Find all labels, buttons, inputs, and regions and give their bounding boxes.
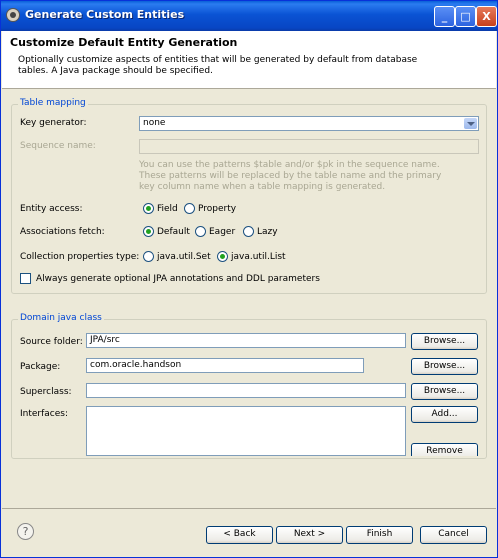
cancel-button[interactable]: Cancel <box>420 526 487 544</box>
page-description: Optionally customize aspects of entities… <box>18 55 418 76</box>
collection-set-label[interactable]: java.util.Set <box>157 252 211 262</box>
back-button[interactable]: < Back <box>206 526 273 544</box>
superclass-label: Superclass: <box>20 387 72 397</box>
fetch-default-label[interactable]: Default <box>157 227 190 237</box>
package-label: Package: <box>20 362 61 372</box>
close-button[interactable]: X <box>476 6 497 27</box>
interfaces-list[interactable] <box>86 406 406 456</box>
wizard-window: Generate Custom Entities _ □ X Customize… <box>0 0 498 558</box>
maximize-button[interactable]: □ <box>455 6 476 27</box>
sequence-name-label: Sequence name: <box>20 141 96 151</box>
entity-access-field-label[interactable]: Field <box>157 204 178 214</box>
superclass-browse-button[interactable]: Browse... <box>411 383 478 400</box>
page-title: Customize Default Entity Generation <box>10 36 238 49</box>
eclipse-app-icon <box>6 8 20 22</box>
fetch-lazy-label[interactable]: Lazy <box>257 227 278 237</box>
table-mapping-group <box>11 104 487 294</box>
help-icon[interactable]: ? <box>17 523 34 540</box>
next-button[interactable]: Next > <box>276 526 343 544</box>
title-bar[interactable]: Generate Custom Entities _ □ X <box>1 1 497 31</box>
entity-access-field-radio[interactable] <box>143 203 154 214</box>
sequence-hint: You can use the patterns $table and/or $… <box>139 160 442 192</box>
finish-button[interactable]: Finish <box>346 526 413 544</box>
table-mapping-legend: Table mapping <box>18 98 88 108</box>
source-folder-label: Source folder: <box>20 337 83 347</box>
fetch-eager-radio[interactable] <box>195 226 206 237</box>
source-folder-input[interactable]: JPA/src <box>86 333 406 348</box>
sequence-name-input[interactable] <box>139 139 479 154</box>
fetch-default-radio[interactable] <box>143 226 154 237</box>
minimize-button[interactable]: _ <box>434 6 455 27</box>
entity-access-property-label[interactable]: Property <box>198 204 236 214</box>
add-interface-button[interactable]: Add... <box>411 406 478 423</box>
associations-fetch-label: Associations fetch: <box>20 227 105 237</box>
entity-access-property-radio[interactable] <box>184 203 195 214</box>
key-generator-label: Key generator: <box>20 118 87 128</box>
collection-set-radio[interactable] <box>143 251 154 262</box>
package-browse-button[interactable]: Browse... <box>411 358 478 375</box>
key-generator-value: none <box>143 118 166 128</box>
window-title: Generate Custom Entities <box>25 8 185 21</box>
collection-type-label: Collection properties type: <box>20 252 140 262</box>
fetch-lazy-radio[interactable] <box>243 226 254 237</box>
wizard-header: Customize Default Entity Generation Opti… <box>2 31 496 89</box>
package-input[interactable]: com.oracle.handson <box>86 358 364 373</box>
collection-list-radio[interactable] <box>217 251 228 262</box>
remove-interface-button[interactable]: Remove <box>411 443 478 456</box>
always-generate-checkbox[interactable] <box>20 273 31 284</box>
source-folder-browse-button[interactable]: Browse... <box>411 333 478 350</box>
chevron-down-icon[interactable] <box>464 118 477 129</box>
superclass-input[interactable] <box>86 383 406 398</box>
domain-java-class-legend: Domain java class <box>18 313 104 323</box>
entity-access-label: Entity access: <box>20 204 83 214</box>
fetch-eager-label[interactable]: Eager <box>209 227 235 237</box>
interfaces-label: Interfaces: <box>20 409 69 419</box>
remove-button-clip: Remove <box>411 443 478 456</box>
footer-separator <box>2 508 496 509</box>
key-generator-select[interactable]: none <box>139 116 479 131</box>
always-generate-label[interactable]: Always generate optional JPA annotations… <box>36 274 320 284</box>
collection-list-label[interactable]: java.util.List <box>231 252 286 262</box>
